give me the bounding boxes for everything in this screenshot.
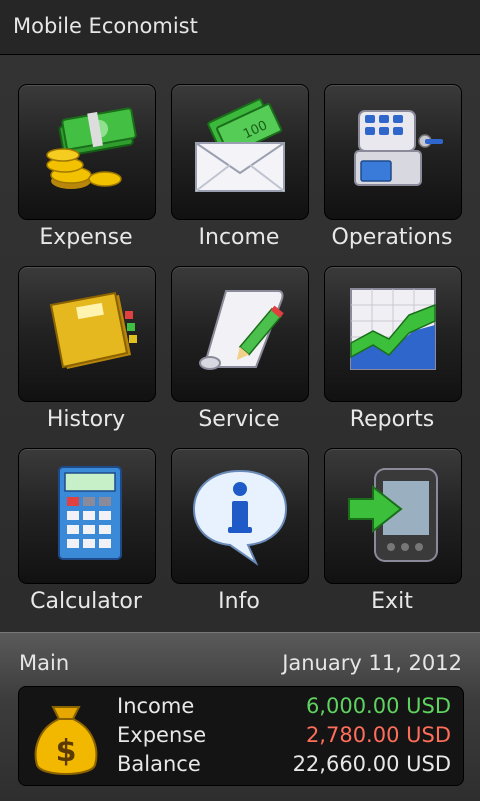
- money-bag-icon: $: [34, 706, 98, 775]
- title-bar: Mobile Economist: [0, 0, 480, 55]
- info-button[interactable]: [171, 448, 309, 584]
- exit-button[interactable]: [324, 448, 462, 584]
- tile-label-calculator: Calculator: [30, 589, 142, 614]
- income-button[interactable]: 100: [171, 84, 309, 220]
- tile-label-exit: Exit: [371, 589, 413, 614]
- tile-label-operations: Operations: [331, 225, 453, 250]
- expense-button[interactable]: [18, 84, 156, 220]
- calculator-button[interactable]: [18, 448, 156, 584]
- scroll-pencil-icon: [199, 290, 284, 370]
- tile-label-expense: Expense: [39, 225, 133, 250]
- cash-register-icon: [354, 110, 443, 186]
- balance-value: 22,660.00 USD: [292, 752, 451, 776]
- reports-button[interactable]: [324, 266, 462, 402]
- chart-icon: [350, 288, 436, 370]
- income-value: 6,000.00 USD: [305, 694, 451, 718]
- calculator-icon: [58, 466, 122, 560]
- operations-button[interactable]: [324, 84, 462, 220]
- tile-label-service: Service: [198, 407, 280, 432]
- app-title: Mobile Economist: [13, 14, 198, 38]
- expense-value: 2,780.00 USD: [305, 723, 451, 747]
- envelope-money-icon: 100: [195, 98, 285, 192]
- tile-label-info: Info: [218, 589, 260, 614]
- tile-label-history: History: [46, 407, 126, 432]
- tile-label-reports: Reports: [349, 407, 435, 432]
- balance-summary[interactable]: $ Income 6,000.00 USD Expense 2,780.00 U…: [18, 686, 464, 786]
- current-date: January 11, 2012: [282, 651, 462, 675]
- summary-panel: Main January 11, 2012 $ Income 6,000.00 …: [0, 632, 480, 801]
- balance-label: Balance: [117, 752, 201, 776]
- section-label: Main: [19, 651, 70, 675]
- svg-text:$: $: [56, 734, 77, 769]
- income-label: Income: [117, 694, 195, 718]
- book-icon: [49, 291, 137, 369]
- menu-grid: Expense 100 Income Operations History Se…: [0, 55, 480, 632]
- tile-label-income: Income: [198, 225, 280, 250]
- history-button[interactable]: [18, 266, 156, 402]
- info-bubble-icon: [192, 469, 288, 566]
- exit-device-icon: [348, 468, 438, 562]
- service-button[interactable]: [171, 266, 309, 402]
- money-coins-icon: [46, 107, 137, 189]
- expense-label: Expense: [117, 723, 207, 747]
